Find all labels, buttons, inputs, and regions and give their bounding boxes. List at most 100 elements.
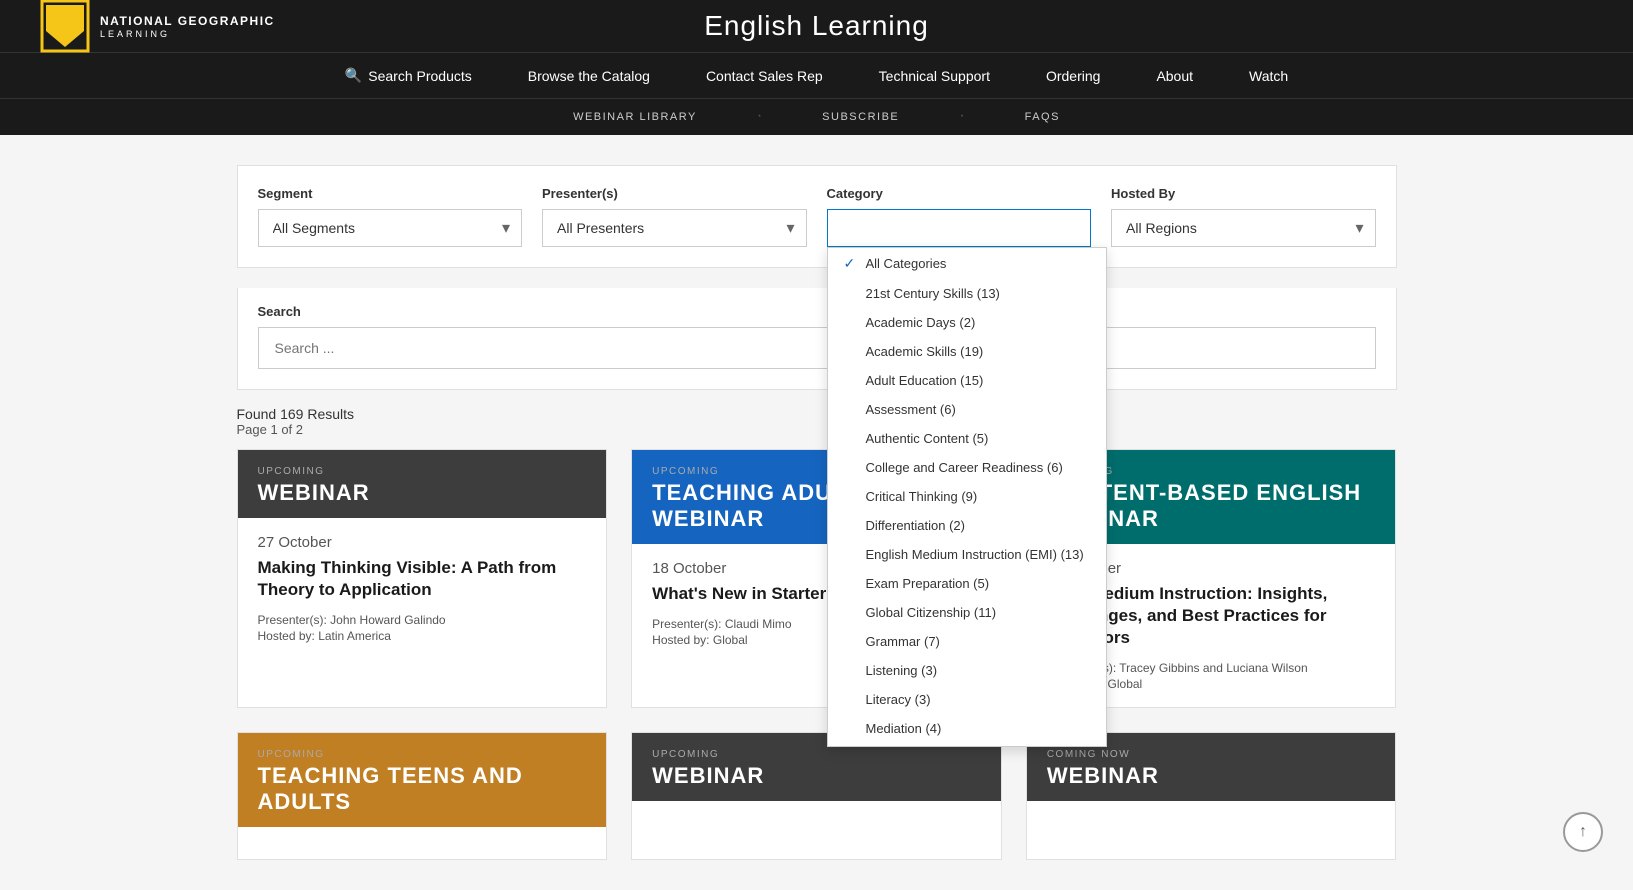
segment-select-wrapper: All Segments: [258, 209, 523, 247]
nav-dot-1: ·: [757, 107, 762, 127]
card-type: WEBINAR: [1047, 763, 1376, 789]
card-date: 27 October: [258, 534, 587, 551]
category-option-label: Global Citizenship (11): [866, 605, 997, 620]
category-option-label: English Medium Instruction (EMI) (13): [866, 547, 1084, 562]
category-option-15[interactable]: Literacy (3): [828, 685, 1106, 714]
nav-dot-2: ·: [959, 107, 964, 127]
checkmark-icon: ✓: [844, 255, 858, 272]
category-option-label: College and Career Readiness (6): [866, 460, 1063, 475]
card-body: [632, 801, 1001, 833]
segment-filter: Segment All Segments: [258, 186, 523, 247]
search-label: Search: [258, 304, 1376, 319]
presenter-label: Presenter(s): [542, 186, 807, 201]
webinar-card-3[interactable]: UPCOMING TEACHING TEENS AND ADULTS: [237, 732, 608, 860]
category-option-label: 21st Century Skills (13): [866, 286, 1000, 301]
card-hosted: Hosted by: Latin America: [258, 629, 587, 643]
category-option-label: Adult Education (15): [866, 373, 984, 388]
card-upcoming-label: COMING NOW: [1047, 749, 1376, 760]
nav-browse-catalog[interactable]: Browse the Catalog: [500, 53, 678, 98]
main-content: Segment All Segments Presenter(s) All Pr…: [217, 165, 1417, 860]
category-option-11[interactable]: Exam Preparation (5): [828, 569, 1106, 598]
nav-main: 🔍 Search Products Browse the Catalog Con…: [0, 53, 1633, 98]
card-type: WEBINAR: [258, 480, 587, 506]
category-option-label: Critical Thinking (9): [866, 489, 978, 504]
category-option-label: All Categories: [866, 256, 947, 271]
category-option-5[interactable]: Assessment (6): [828, 395, 1106, 424]
card-title: Making Thinking Visible: A Path from The…: [258, 557, 587, 601]
category-option-8[interactable]: Critical Thinking (9): [828, 482, 1106, 511]
presenter-filter: Presenter(s) All Presenters: [542, 186, 807, 247]
nav-technical-support[interactable]: Technical Support: [851, 53, 1018, 98]
nav-faqs[interactable]: FAQS: [1025, 107, 1060, 127]
category-option-2[interactable]: Academic Days (2): [828, 308, 1106, 337]
logo-icon: [40, 0, 90, 53]
logo-text: NATIONAL GEOGRAPHIC LEARNING: [100, 13, 275, 40]
category-option-label: Academic Skills (19): [866, 344, 984, 359]
card-upcoming-label: UPCOMING: [652, 749, 981, 760]
search-row: Search: [237, 288, 1397, 390]
nav-watch[interactable]: Watch: [1221, 53, 1316, 98]
segment-select[interactable]: All Segments: [258, 209, 523, 247]
category-option-label: Mediation (4): [866, 721, 942, 736]
category-input[interactable]: [827, 209, 1092, 247]
category-option-label: Assessment (6): [866, 402, 956, 417]
nav-contact-sales[interactable]: Contact Sales Rep: [678, 53, 851, 98]
presenter-select-wrapper: All Presenters: [542, 209, 807, 247]
nav-ordering[interactable]: Ordering: [1018, 53, 1128, 98]
nav-subscribe[interactable]: SUBSCRIBE: [822, 107, 899, 127]
nav-webinar-library[interactable]: WEBINAR LIBRARY: [573, 107, 697, 127]
hosted-filter: Hosted By All Regions: [1111, 186, 1376, 247]
category-option-label: Grammar (7): [866, 634, 940, 649]
category-option-3[interactable]: Academic Skills (19): [828, 337, 1106, 366]
category-option-7[interactable]: College and Career Readiness (6): [828, 453, 1106, 482]
card-body: [238, 827, 607, 859]
category-option-12[interactable]: Global Citizenship (11): [828, 598, 1106, 627]
hosted-label: Hosted By: [1111, 186, 1376, 201]
site-header: NATIONAL GEOGRAPHIC LEARNING English Lea…: [0, 0, 1633, 52]
category-option-label: Authentic Content (5): [866, 431, 989, 446]
segment-label: Segment: [258, 186, 523, 201]
filters-row: Segment All Segments Presenter(s) All Pr…: [237, 165, 1397, 268]
presenter-select[interactable]: All Presenters: [542, 209, 807, 247]
category-option-17[interactable]: Model Lesson (2): [828, 743, 1106, 747]
card-presenter: Presenter(s): John Howard Galindo: [258, 613, 587, 627]
scroll-top-button[interactable]: ↑: [1563, 812, 1603, 852]
category-option-label: Listening (3): [866, 663, 938, 678]
category-option-16[interactable]: Mediation (4): [828, 714, 1106, 743]
search-icon: 🔍: [345, 67, 362, 84]
category-option-1[interactable]: 21st Century Skills (13): [828, 279, 1106, 308]
webinar-card-5[interactable]: COMING NOW WEBINAR: [1026, 732, 1397, 860]
hosted-select-wrapper: All Regions: [1111, 209, 1376, 247]
nav-secondary: WEBINAR LIBRARY · SUBSCRIBE · FAQS: [0, 98, 1633, 135]
category-option-13[interactable]: Grammar (7): [828, 627, 1106, 656]
results-count: Found 169 Results: [237, 406, 1397, 422]
category-option-label: Literacy (3): [866, 692, 931, 707]
card-body: [1027, 801, 1396, 833]
results-page: Page 1 of 2: [237, 422, 1397, 437]
category-option-14[interactable]: Listening (3): [828, 656, 1106, 685]
category-option-0[interactable]: ✓ All Categories: [828, 248, 1106, 279]
nav-about[interactable]: About: [1128, 53, 1221, 98]
hosted-select[interactable]: All Regions: [1111, 209, 1376, 247]
nav-search-products[interactable]: 🔍 Search Products: [317, 53, 500, 98]
category-option-label: Academic Days (2): [866, 315, 976, 330]
category-filter: Category ✓All Categories21st Century Ski…: [827, 186, 1092, 247]
category-label: Category: [827, 186, 1092, 201]
nav-bar: 🔍 Search Products Browse the Catalog Con…: [0, 52, 1633, 135]
category-option-6[interactable]: Authentic Content (5): [828, 424, 1106, 453]
webinar-card-4[interactable]: UPCOMING WEBINAR: [631, 732, 1002, 860]
card-body: 27 October Making Thinking Visible: A Pa…: [238, 518, 607, 659]
category-option-label: Differentiation (2): [866, 518, 965, 533]
category-option-9[interactable]: Differentiation (2): [828, 511, 1106, 540]
card-upcoming-label: UPCOMING: [258, 749, 587, 760]
category-option-10[interactable]: English Medium Instruction (EMI) (13): [828, 540, 1106, 569]
search-input[interactable]: [258, 327, 1376, 369]
category-option-4[interactable]: Adult Education (15): [828, 366, 1106, 395]
card-type: WEBINAR: [652, 763, 981, 789]
page-title: English Learning: [704, 10, 929, 42]
results-info: Found 169 Results Page 1 of 2: [237, 406, 1397, 437]
category-option-label: Exam Preparation (5): [866, 576, 990, 591]
webinar-card-0[interactable]: UPCOMING WEBINAR 27 October Making Think…: [237, 449, 608, 708]
logo-area[interactable]: NATIONAL GEOGRAPHIC LEARNING: [40, 0, 275, 53]
card-upcoming-label: UPCOMING: [258, 466, 587, 477]
